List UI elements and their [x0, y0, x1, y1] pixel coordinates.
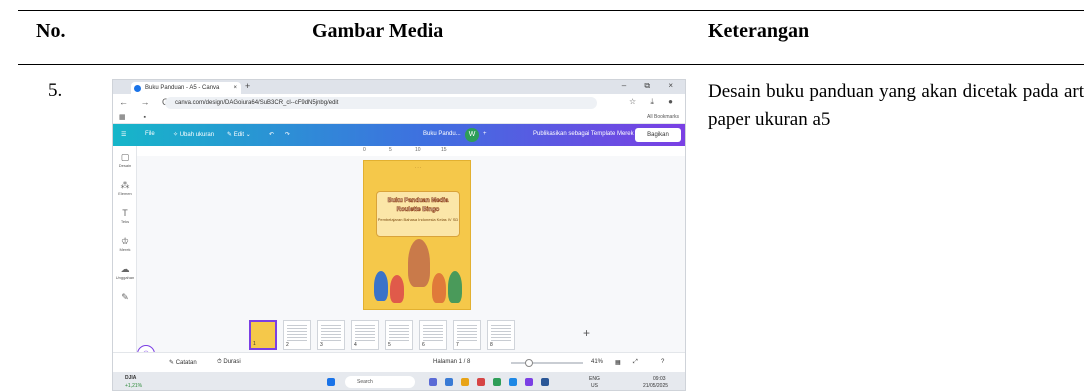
resize-button[interactable]: ✧ Ubah ukuran [173, 131, 214, 138]
page-thumbnail[interactable]: 5 [385, 320, 413, 350]
header-no: No. [36, 20, 66, 42]
header-media: Gambar Media [312, 20, 444, 42]
ruler: 0 5 10 15 [137, 146, 685, 156]
undo-icon[interactable]: ↶ [269, 131, 274, 138]
cover-title: Buku Panduan Media Roulette Bingo [387, 198, 449, 214]
header-description: Keterangan [708, 20, 810, 42]
design-page[interactable]: · · · Buku Panduan Media Roulette Bingo … [363, 160, 471, 310]
region-indicator: US [591, 383, 598, 389]
child-illustration [432, 273, 446, 303]
apps-icon[interactable]: ▦ ▪ [119, 113, 154, 121]
page-counter: Halaman 1 / 8 [433, 359, 471, 365]
upload-icon: ☁ [120, 264, 130, 274]
app-icon[interactable] [477, 378, 485, 386]
bookmarks-bar: ▦ ▪ All Bookmarks [113, 112, 685, 124]
zoom-slider[interactable] [511, 362, 583, 364]
cover-title-box[interactable]: Buku Panduan Media Roulette Bingo Pembel… [376, 191, 460, 237]
child-illustration [374, 271, 388, 301]
row-description: Desain buku panduan yang akan dicetak pa… [708, 81, 1084, 130]
table-top-rule [18, 10, 1084, 11]
child-illustration [448, 271, 462, 303]
child-illustration [390, 275, 404, 303]
side-item-uploads[interactable]: ☁ Unggahan [113, 264, 137, 280]
grid-view-icon[interactable]: ▦ [615, 359, 621, 366]
side-item-brand[interactable]: ♔ Merek [113, 236, 137, 252]
browser-tab[interactable]: Buku Panduan - A5 - Canva × [131, 82, 241, 94]
page-thumbnail[interactable]: 4 [351, 320, 379, 350]
side-item-draw[interactable]: ✎ [113, 292, 137, 303]
design-icon: ▢ [120, 152, 130, 162]
extension-icons[interactable]: ☆ ⤓ ● [629, 97, 679, 107]
side-item-elements[interactable]: ⁂ Elemen [113, 180, 137, 196]
taskbar-search[interactable]: Search [345, 376, 415, 388]
redo-icon[interactable]: ↷ [285, 131, 290, 138]
app-icon[interactable] [445, 378, 453, 386]
page-thumbnail[interactable]: 3 [317, 320, 345, 350]
canva-screenshot: Buku Panduan - A5 - Canva × + – ⧉ × ← → … [112, 79, 686, 391]
address-bar-row: ← → C canva.com/design/DAGoiura64/SuB3CR… [113, 94, 685, 112]
browser-icon[interactable] [509, 378, 517, 386]
app-icon[interactable] [525, 378, 533, 386]
side-panel: ▢ Desain ⁂ Elemen T Teks ♔ Merek ☁ Unggahan ✎ [113, 146, 137, 366]
page-thumbnail[interactable]: 6 [419, 320, 447, 350]
start-icon[interactable] [327, 378, 335, 386]
avatar[interactable]: W [465, 128, 479, 142]
help-icon[interactable]: ? [661, 359, 664, 365]
app-icon[interactable] [429, 378, 437, 386]
elements-icon: ⁂ [120, 180, 130, 190]
draw-icon: ✎ [121, 292, 129, 302]
editor-footer: ✎ Catatan ⏱ Durasi Halaman 1 / 8 41% ▦ ⤢… [113, 352, 685, 372]
ruler-tick: 0 [363, 147, 366, 153]
page-header-text: · · · [414, 165, 422, 170]
add-page-button[interactable]: + [583, 326, 590, 340]
zoom-level[interactable]: 41% [591, 359, 603, 365]
ruler-tick: 15 [441, 147, 447, 153]
brand-icon: ♔ [120, 236, 130, 246]
url-field[interactable]: canva.com/design/DAGoiura64/SuB3CR_cl--c… [165, 97, 597, 109]
clock-time[interactable]: 09:03 [653, 376, 666, 382]
canva-toolbar: ☰ File ✧ Ubah ukuran ✎ Edit ⌄ ↶ ↷ Buku P… [113, 124, 685, 146]
edit-button[interactable]: ✎ Edit ⌄ [227, 131, 251, 138]
header-bottom-rule [18, 64, 1084, 65]
stock-change: +1,21% [125, 383, 143, 389]
canva-favicon-icon [134, 85, 141, 92]
page-thumbnail[interactable]: 1 [249, 320, 277, 350]
new-tab-icon[interactable]: + [245, 81, 250, 91]
ruler-tick: 10 [415, 147, 421, 153]
row-number: 5. [48, 80, 63, 101]
menu-icon[interactable]: ☰ [121, 131, 126, 138]
language-indicator[interactable]: ENG [589, 376, 600, 382]
folder-icon[interactable] [461, 378, 469, 386]
side-item-design[interactable]: ▢ Desain [113, 152, 137, 168]
app-icon[interactable] [493, 378, 501, 386]
browser-tab-bar: Buku Panduan - A5 - Canva × + – ⧉ × [113, 80, 685, 94]
app-icon[interactable] [541, 378, 549, 386]
zoom-slider-handle[interactable] [525, 359, 533, 367]
teacher-illustration [408, 239, 430, 287]
add-collaborator-icon[interactable]: + [483, 131, 487, 137]
page-thumbnail[interactable]: 2 [283, 320, 311, 350]
fullscreen-icon[interactable]: ⤢ [633, 359, 638, 366]
cover-subtitle: Pembelajaran Bahasa Indonesia Kelas IV S… [377, 217, 459, 222]
text-icon: T [122, 208, 128, 218]
ruler-tick: 5 [389, 147, 392, 153]
page-thumbnails: 1 2 3 4 5 6 7 8 + [137, 318, 685, 352]
close-icon[interactable]: × [233, 82, 237, 94]
notes-button[interactable]: ✎ Catatan [169, 359, 197, 366]
document-name[interactable]: Buku Pandu... [423, 131, 461, 137]
window-controls[interactable]: – ⧉ × [622, 81, 681, 91]
side-item-text[interactable]: T Teks [113, 208, 137, 224]
duration-button[interactable]: ⏱ Durasi [217, 359, 241, 366]
publish-template-button[interactable]: Publikasikan sebagai Template Merek [533, 131, 634, 137]
page-thumbnail[interactable]: 7 [453, 320, 481, 350]
tab-title: Buku Panduan - A5 - Canva [145, 85, 220, 91]
clock-date: 21/05/2025 [643, 383, 669, 389]
all-bookmarks-link[interactable]: All Bookmarks [647, 114, 679, 120]
stock-name[interactable]: DJIA [125, 375, 136, 381]
page-thumbnail[interactable]: 8 [487, 320, 515, 350]
file-menu[interactable]: File [145, 131, 155, 137]
windows-taskbar: DJIA +1,21% Search ENG US 09:03 21/05/20… [113, 372, 685, 390]
share-button[interactable]: Bagikan [635, 128, 681, 142]
